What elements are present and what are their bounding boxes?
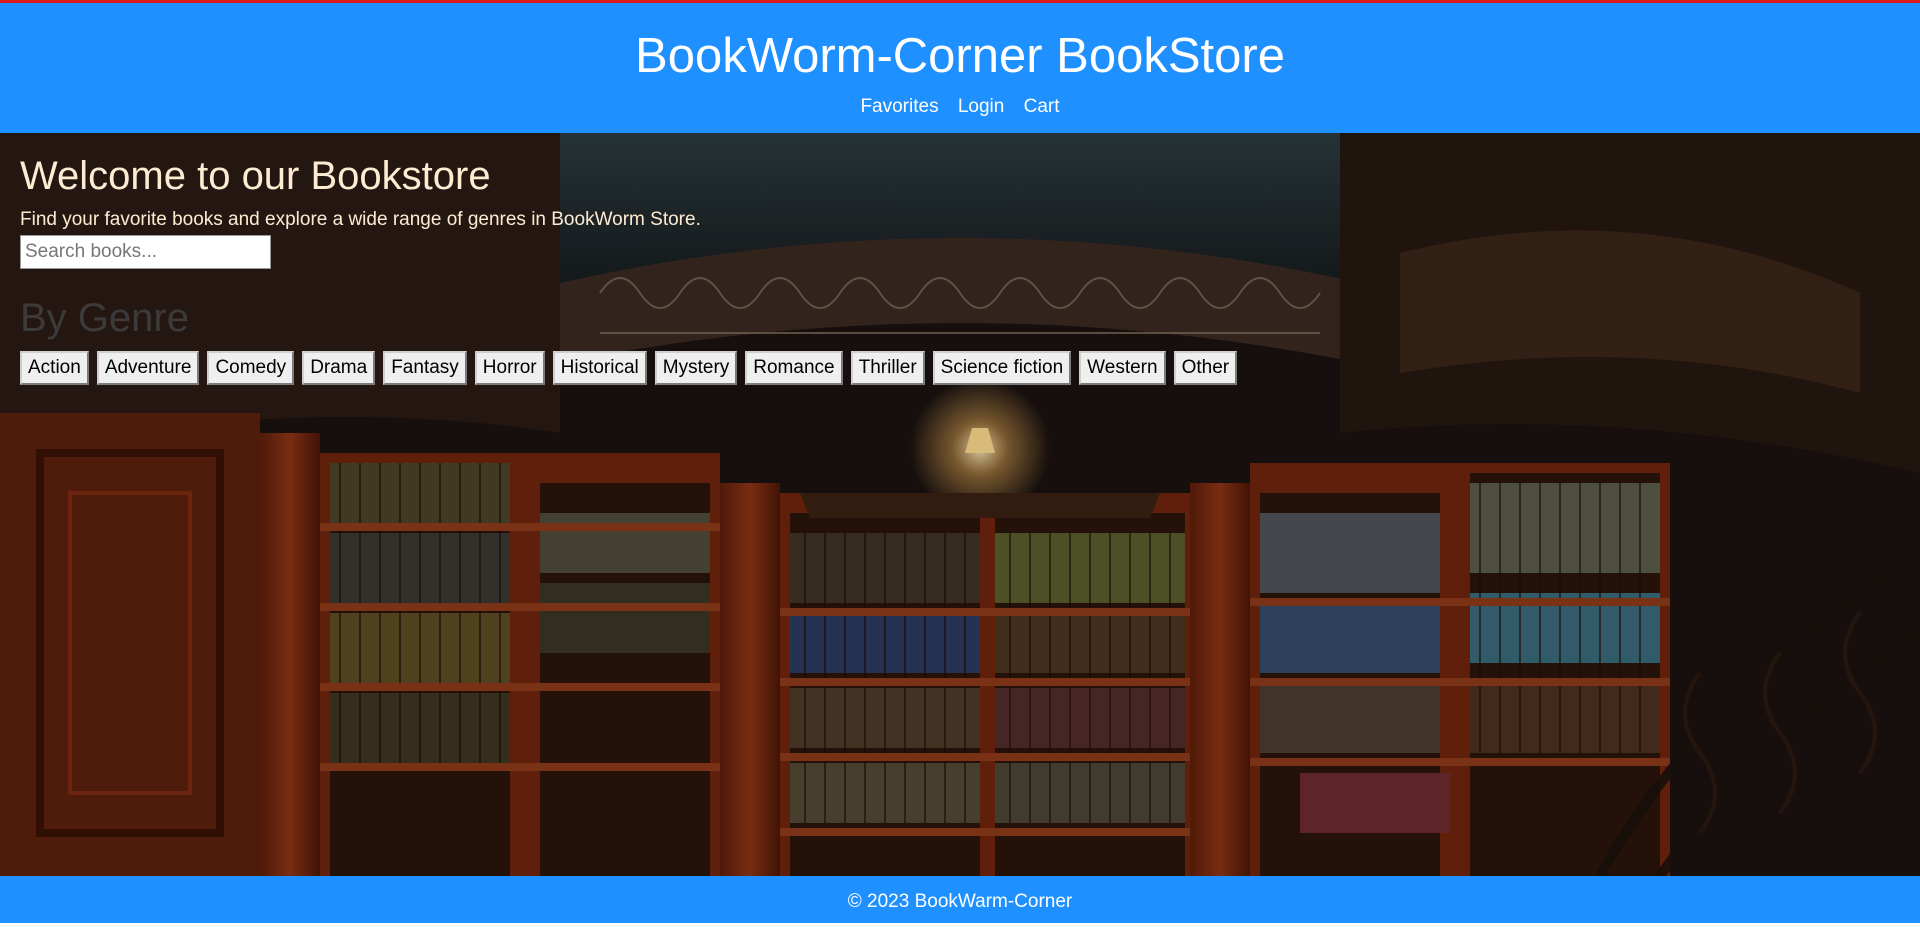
hero-section: Welcome to our Bookstore Find your favor… xyxy=(0,133,1920,876)
genre-button-list: Action Adventure Comedy Drama Fantasy Ho… xyxy=(20,351,1320,385)
main-nav: Favorites Login Cart xyxy=(0,96,1920,118)
bookstore-page: BookWorm-Corner BookStore Favorites Logi… xyxy=(0,0,1920,927)
search-input[interactable] xyxy=(20,235,271,269)
genre-button-action[interactable]: Action xyxy=(20,351,89,385)
site-title: BookWorm-Corner BookStore xyxy=(635,29,1285,83)
nav-login-link[interactable]: Login xyxy=(958,96,1005,117)
genre-button-comedy[interactable]: Comedy xyxy=(207,351,295,385)
genre-button-other[interactable]: Other xyxy=(1173,351,1238,385)
welcome-title: Welcome to our Bookstore xyxy=(20,154,491,198)
genre-button-adventure[interactable]: Adventure xyxy=(96,351,200,385)
welcome-subtitle: Find your favorite books and explore a w… xyxy=(20,209,701,230)
genre-button-thriller[interactable]: Thriller xyxy=(850,351,925,385)
hero-content: Welcome to our Bookstore Find your favor… xyxy=(20,153,1320,385)
genre-title: By Genre xyxy=(20,296,189,340)
genre-button-romance[interactable]: Romance xyxy=(745,351,843,385)
genre-button-historical[interactable]: Historical xyxy=(552,351,647,385)
genre-button-drama[interactable]: Drama xyxy=(302,351,376,385)
site-header: BookWorm-Corner BookStore Favorites Logi… xyxy=(0,0,1920,133)
nav-cart-link[interactable]: Cart xyxy=(1024,96,1060,117)
genre-button-mystery[interactable]: Mystery xyxy=(654,351,738,385)
site-footer: © 2023 BookWarm-Corner xyxy=(0,876,1920,927)
genre-button-horror[interactable]: Horror xyxy=(474,351,545,385)
genre-button-fantasy[interactable]: Fantasy xyxy=(383,351,467,385)
genre-button-western[interactable]: Western xyxy=(1079,351,1166,385)
genre-button-science-fiction[interactable]: Science fiction xyxy=(932,351,1072,385)
nav-favorites-link[interactable]: Favorites xyxy=(860,96,938,117)
footer-copyright: © 2023 BookWarm-Corner xyxy=(847,891,1073,912)
footer-bottom-strip xyxy=(0,923,1920,927)
